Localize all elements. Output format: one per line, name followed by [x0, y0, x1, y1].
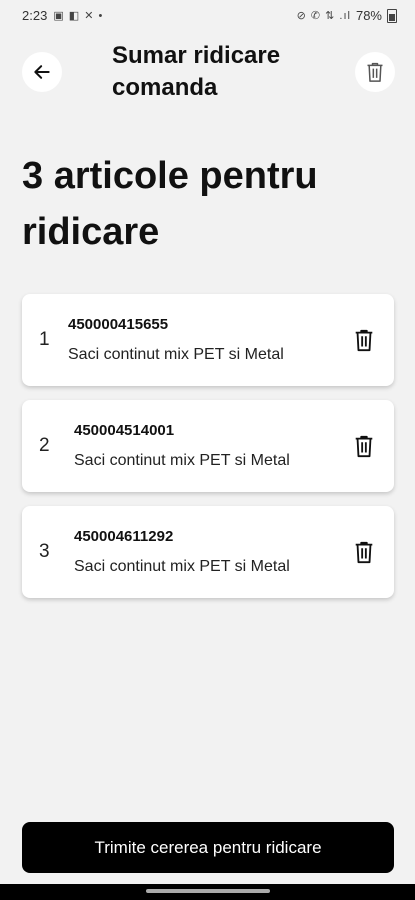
item-description: Saci continut mix PET si Metal	[68, 346, 284, 363]
status-right: ⊘ ✆ ⇅ .ıl 78%	[297, 8, 397, 23]
battery-percent: 78%	[355, 8, 382, 23]
page-title: 3 articole pentru ridicare	[22, 155, 318, 253]
list-item: 2 450004514001 Saci continut mix PET si …	[22, 400, 394, 492]
system-icons: ⊘ ✆ ⇅ .ıl	[296, 10, 351, 22]
arrow-left-icon	[34, 65, 50, 79]
item-description: Saci continut mix PET si Metal	[74, 558, 290, 575]
home-gesture-handle[interactable]	[146, 889, 270, 893]
notification-icons: ▣ ◧ ✕ •	[53, 10, 104, 22]
header: Sumar ridicare comanda	[0, 38, 415, 108]
item-code: 450004514001	[74, 422, 175, 439]
submit-request-button[interactable]: Trimite cererea pentru ridicare	[22, 822, 394, 873]
header-title: Sumar ridicare comanda	[112, 42, 281, 101]
item-code: 450004611292	[74, 528, 174, 545]
status-left: 2:23 ▣ ◧ ✕ •	[22, 8, 103, 23]
delete-item-icon[interactable]	[352, 434, 376, 458]
status-time: 2:23	[22, 8, 48, 23]
delete-item-icon[interactable]	[352, 328, 376, 352]
item-index: 2	[39, 435, 50, 456]
item-code: 450000415655	[68, 316, 169, 333]
back-button[interactable]	[22, 52, 62, 92]
navigation-bar	[0, 884, 415, 900]
item-description: Saci continut mix PET si Metal	[74, 452, 290, 469]
item-index: 1	[39, 329, 50, 350]
item-index: 3	[39, 541, 50, 562]
delete-all-button[interactable]	[355, 52, 395, 92]
list-item: 1 450000415655 Saci continut mix PET si …	[22, 294, 394, 386]
status-bar: 2:23 ▣ ◧ ✕ • ⊘ ✆ ⇅ .ıl 78%	[0, 0, 415, 32]
battery-icon	[387, 8, 397, 23]
delete-item-icon[interactable]	[352, 540, 376, 564]
trash-icon	[367, 62, 383, 82]
list-item: 3 450004611292 Saci continut mix PET si …	[22, 506, 394, 598]
